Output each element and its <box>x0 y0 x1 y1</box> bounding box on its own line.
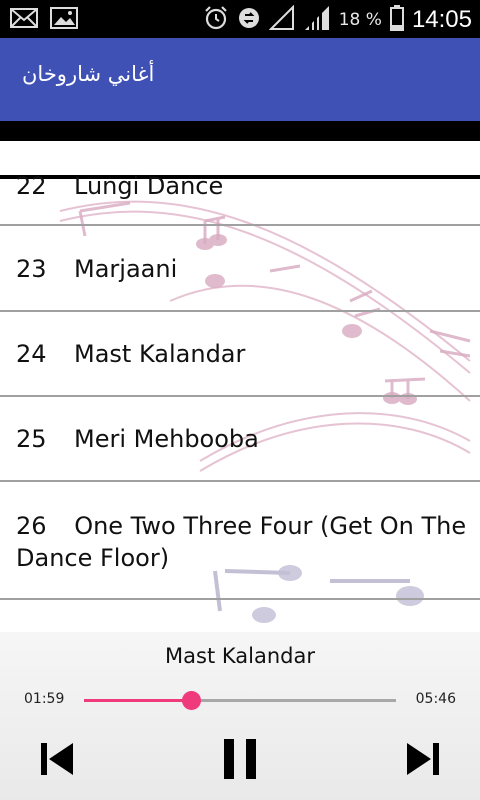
song-title: Mast Kalandar <box>74 339 246 368</box>
song-title: One Two Three Four (Get On The <box>74 512 467 540</box>
app-bar: أغاني شاروخان <box>0 38 480 121</box>
next-button[interactable] <box>396 734 450 788</box>
player-panel: Mast Kalandar 01:59 05:46 <box>0 632 480 800</box>
seek-progress <box>84 699 192 702</box>
seek-thumb[interactable] <box>181 691 201 710</box>
skip-next-icon <box>403 739 443 783</box>
no-signal-icon <box>268 4 295 35</box>
song-title-continued: Dance Floor) <box>16 544 170 572</box>
pause-icon <box>220 737 260 785</box>
song-list[interactable]: 22 Lungi Dance 23 Marjaani 24 Mast Kalan… <box>0 141 480 632</box>
song-number: 25 <box>16 424 47 453</box>
song-item-23[interactable]: 23 Marjaani <box>0 227 480 312</box>
data-sync-icon <box>237 6 261 34</box>
mail-icon <box>10 6 38 34</box>
skip-previous-icon <box>37 739 77 783</box>
seek-bar[interactable] <box>84 691 396 710</box>
previous-button[interactable] <box>30 734 84 788</box>
status-bar: 18 % 14:05 <box>0 0 480 38</box>
clock: 14:05 <box>411 6 472 33</box>
signal-strength-icon <box>303 4 331 36</box>
song-line-1: 26 One Two Three Four (Get On The <box>16 512 466 540</box>
now-playing-title: Mast Kalandar <box>165 644 315 668</box>
toolbar-shadow-band <box>0 121 480 141</box>
image-icon <box>50 6 78 34</box>
song-item-26[interactable]: 26 One Two Three Four (Get On The Dance … <box>0 482 480 600</box>
song-title: Meri Mehbooba <box>74 424 259 453</box>
alarm-icon <box>203 5 229 35</box>
song-title: Marjaani <box>74 254 178 283</box>
battery-percent: 18 % <box>338 10 382 30</box>
battery-icon <box>389 5 404 35</box>
song-item-24[interactable]: 24 Mast Kalandar <box>0 312 480 397</box>
song-number: 23 <box>16 254 47 283</box>
app-title: أغاني شاروخان <box>22 62 155 86</box>
song-number: 24 <box>16 339 47 368</box>
pause-button[interactable] <box>213 734 267 788</box>
song-title: Lungi Dance <box>74 172 224 200</box>
song-number: 22 <box>16 172 47 200</box>
total-time: 05:46 <box>415 691 456 707</box>
song-number: 26 <box>16 512 47 540</box>
song-item-25[interactable]: 25 Meri Mehbooba <box>0 397 480 482</box>
song-item-22[interactable]: 22 Lungi Dance <box>0 141 480 226</box>
current-time: 01:59 <box>24 691 65 707</box>
